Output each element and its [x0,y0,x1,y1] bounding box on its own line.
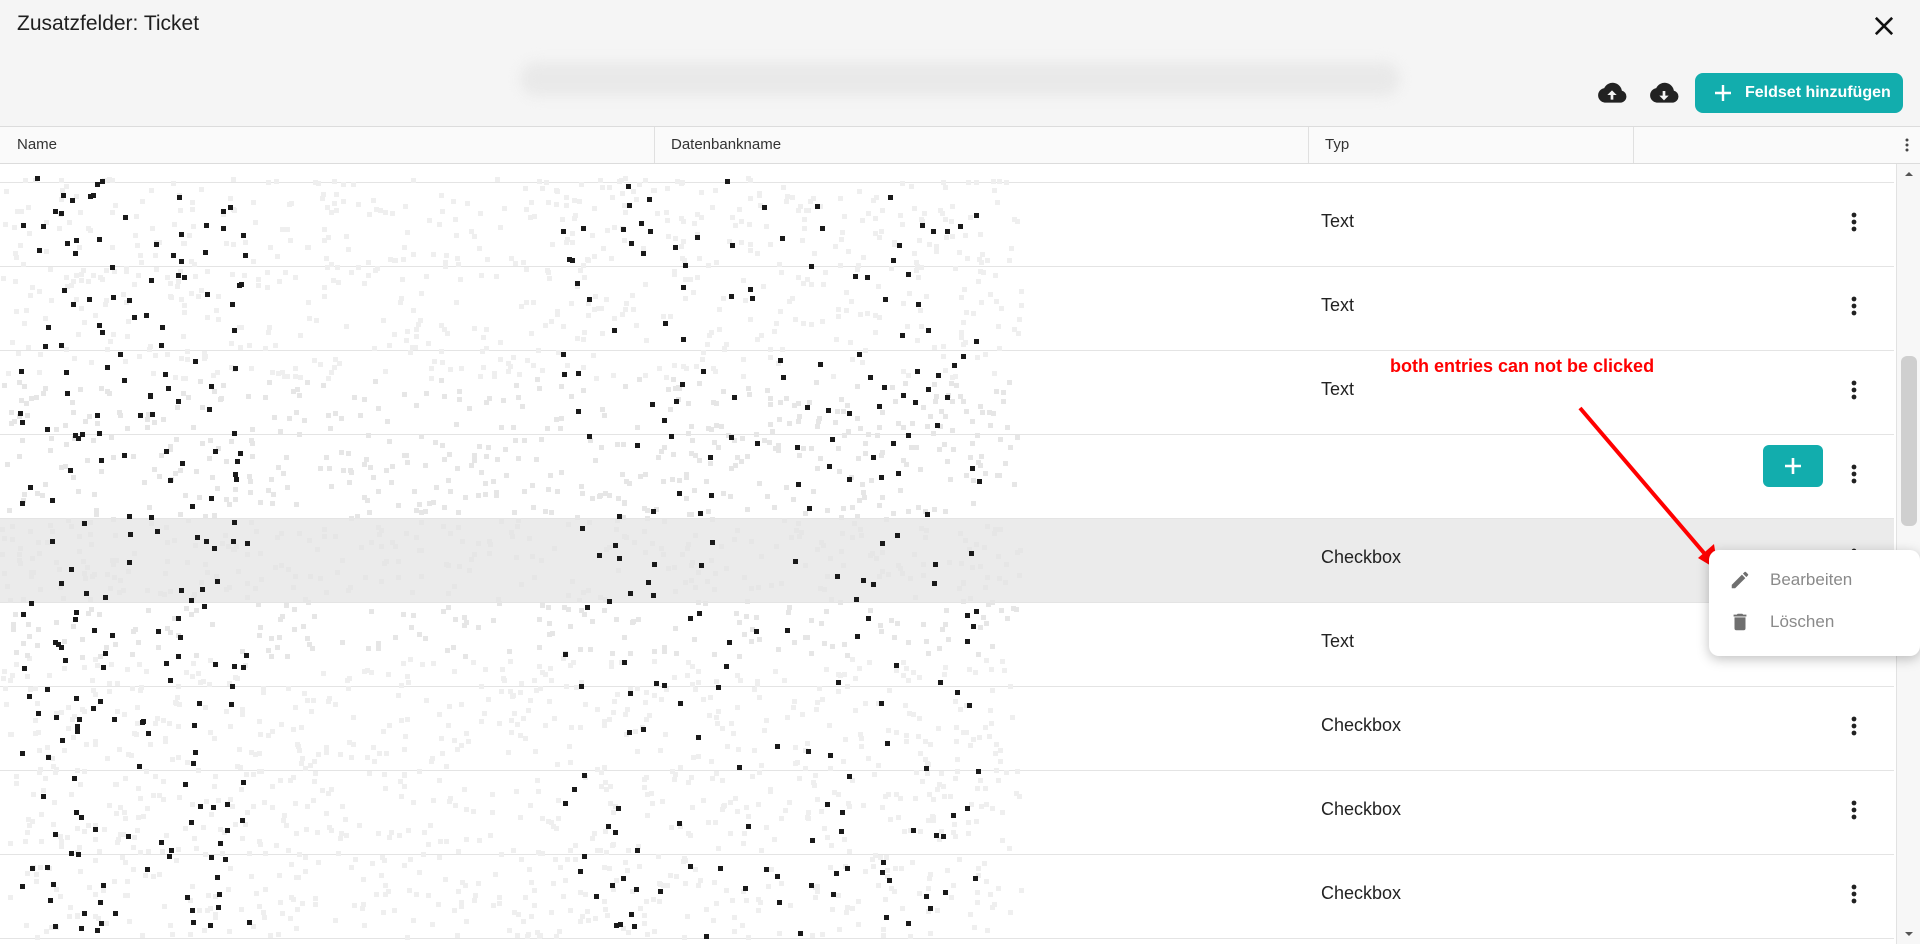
type-cell: Checkbox [1321,547,1402,567]
column-header-name[interactable]: Name [0,127,655,163]
annotation-arrow [1578,406,1718,570]
column-type-label: Typ [1325,136,1350,153]
type-cell: Checkbox [1321,799,1402,819]
pencil-icon [1731,571,1749,589]
table-header: Name Datenbankname Typ [0,127,1920,164]
add-fieldset-button[interactable]: Feldset hinzufügen [1695,73,1903,113]
type-cell: Text [1321,211,1355,231]
cloud-download-icon[interactable] [1648,77,1680,109]
column-dbname-label: Datenbankname [671,136,782,153]
column-header-dbname[interactable]: Datenbankname [654,127,1309,163]
scroll-down-icon[interactable] [1903,928,1915,940]
type-cell: Text [1321,295,1355,315]
menu-item-label: Löschen [1770,612,1835,631]
close-icon[interactable] [1870,12,1898,40]
blurred-search-bar [520,62,1400,96]
dialog-header: Zusatzfelder: Ticket Feldset hinzufügen [0,0,1920,127]
kebab-menu-icon[interactable] [1842,207,1866,237]
menu-item-edit[interactable]: Bearbeiten [1729,560,1919,600]
menu-item-delete[interactable]: Löschen [1729,602,1919,642]
annotation-text: both entries can not be clicked [1390,356,1655,376]
kebab-menu-icon[interactable] [1842,711,1866,741]
scrollbar-thumb[interactable] [1901,356,1917,526]
plus-icon [1785,458,1801,474]
scroll-up-icon[interactable] [1903,168,1915,180]
column-header-type[interactable]: Typ [1308,127,1634,163]
kebab-menu-icon[interactable] [1842,459,1866,489]
column-name-label: Name [17,136,58,153]
kebab-menu-icon[interactable] [1842,879,1866,909]
dialog-title: Zusatzfelder: Ticket [17,12,200,35]
kebab-menu-icon[interactable] [1842,291,1866,321]
cloud-upload-icon[interactable] [1596,77,1628,109]
add-field-button[interactable] [1763,445,1823,487]
row-context-menu: Bearbeiten Löschen [1709,550,1920,656]
redacted-content [0,176,1024,940]
menu-item-label: Bearbeiten [1770,570,1853,589]
trash-icon [1733,613,1747,631]
type-cell: Text [1321,379,1355,399]
kebab-menu-icon[interactable] [1842,795,1866,825]
plus-icon [1715,85,1731,101]
type-cell: Checkbox [1321,715,1402,735]
type-cell: Checkbox [1321,883,1402,903]
type-cell: Text [1321,631,1355,651]
add-fieldset-label: Feldset hinzufügen [1745,84,1891,101]
kebab-menu-icon[interactable] [1842,375,1866,405]
column-menu-icon[interactable] [1894,127,1920,163]
